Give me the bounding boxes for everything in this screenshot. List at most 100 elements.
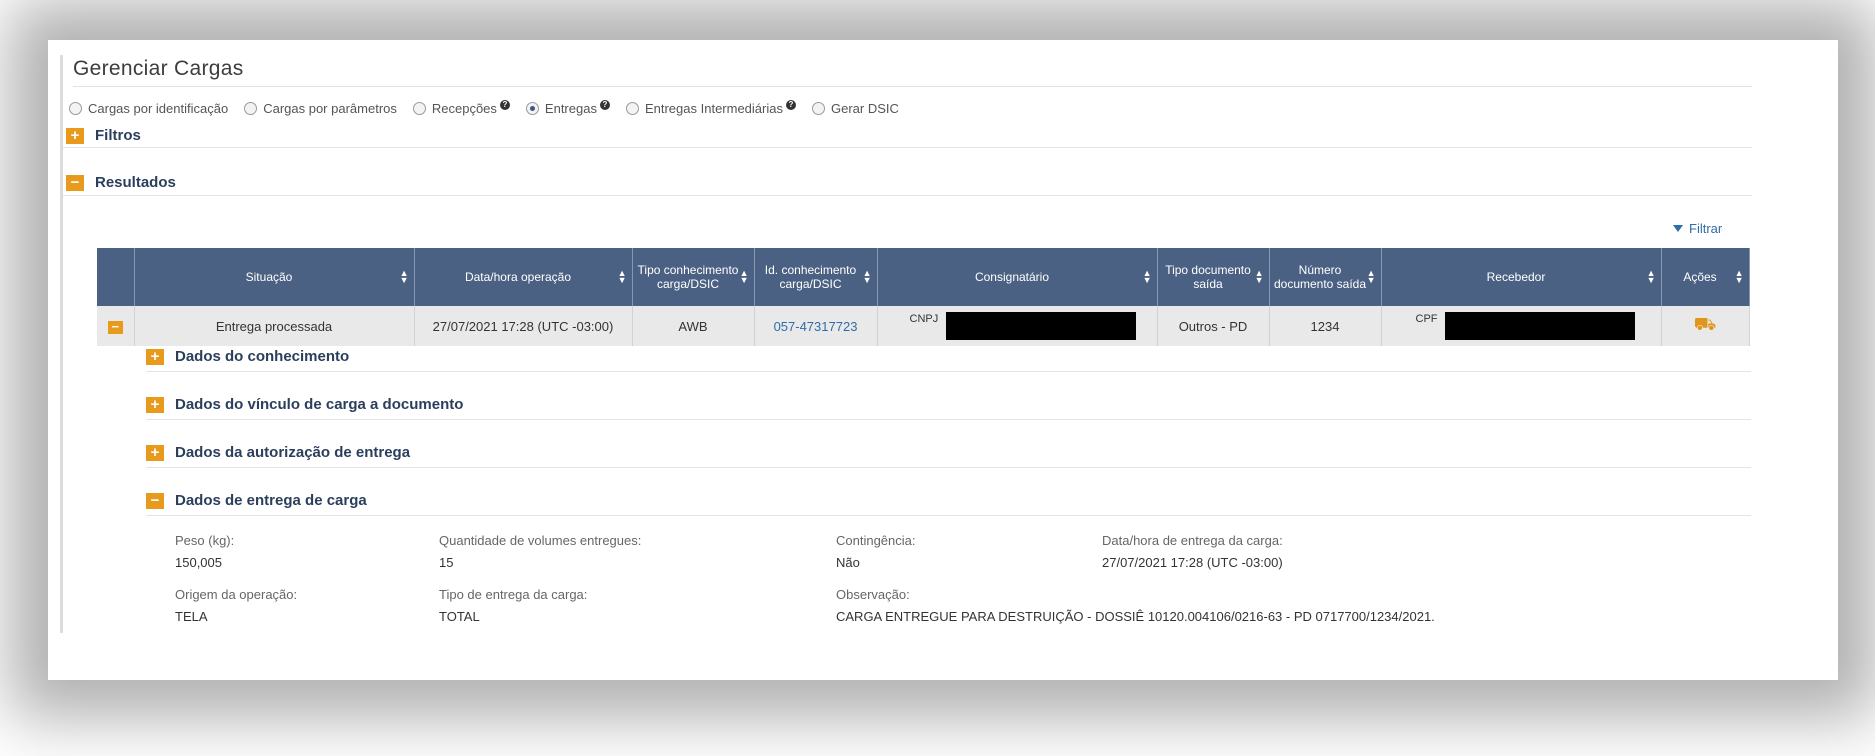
section-title: Filtros bbox=[95, 127, 141, 144]
cell-tipo-conhecimento: AWB bbox=[632, 306, 755, 346]
minus-icon[interactable]: − bbox=[146, 492, 164, 509]
field-value: 150,005 bbox=[175, 555, 222, 570]
sort-icon[interactable]: ▲ ▼ bbox=[1143, 269, 1152, 285]
sort-icon[interactable]: ▲ ▼ bbox=[1367, 269, 1376, 285]
dados-conhecimento-header[interactable]: + Dados do conhecimento bbox=[146, 348, 349, 365]
dados-entrega-header[interactable]: − Dados de entrega de carga bbox=[146, 492, 367, 509]
field-label: Quantidade de volumes entregues: bbox=[439, 533, 642, 548]
minus-icon[interactable]: − bbox=[107, 320, 123, 334]
observacao-field: Observação: CARGA ENTREGUE PARA DESTRUIÇ… bbox=[836, 587, 1435, 624]
sort-icon[interactable]: ▲ ▼ bbox=[1735, 269, 1744, 285]
header-label: Tipo documento saída bbox=[1165, 263, 1251, 291]
col-acoes[interactable]: Ações ▲ ▼ bbox=[1661, 248, 1750, 306]
radio-label: Recepções bbox=[431, 100, 497, 116]
sort-icon[interactable]: ▲ ▼ bbox=[1647, 269, 1656, 285]
id-conhecimento-link[interactable]: 057-47317723 bbox=[774, 319, 858, 334]
sort-icon[interactable]: ▲ ▼ bbox=[400, 269, 409, 285]
radio-label: Entregas bbox=[544, 100, 597, 116]
field-value: 27/07/2021 17:28 (UTC -03:00) bbox=[1102, 555, 1283, 570]
info-icon[interactable]: ? bbox=[499, 100, 510, 110]
radio-entregas[interactable]: Entregas ? bbox=[525, 100, 610, 116]
col-tipo-conhecimento[interactable]: Tipo conhecimento carga/DSIC ▲ ▼ bbox=[632, 248, 755, 306]
field-value: Não bbox=[836, 555, 860, 570]
radio-button[interactable] bbox=[625, 101, 639, 115]
row-collapse-cell[interactable]: − bbox=[97, 306, 135, 346]
radio-button[interactable] bbox=[244, 101, 258, 115]
sort-icon[interactable]: ▲ ▼ bbox=[618, 269, 627, 285]
table-header-row: Situação ▲ ▼ Data/hora operação ▲ ▼ Tipo con… bbox=[97, 248, 1750, 306]
recebedor-prefix: CPF bbox=[1415, 313, 1438, 325]
subsection-title: Dados do conhecimento bbox=[175, 348, 350, 365]
sort-icon[interactable]: ▲ ▼ bbox=[740, 269, 749, 285]
header-label: Recebedor bbox=[1486, 270, 1546, 284]
cell-situacao: Entrega processada bbox=[134, 306, 415, 346]
col-consignatario[interactable]: Consignatário ▲ ▼ bbox=[877, 248, 1158, 306]
quantidade-field: Quantidade de volumes entregues: 15 bbox=[439, 533, 641, 570]
radio-button-checked[interactable] bbox=[525, 101, 539, 115]
sort-icon[interactable]: ▲ ▼ bbox=[863, 269, 872, 285]
radio-button[interactable] bbox=[69, 101, 82, 115]
radio-label: Gerar DSIC bbox=[830, 100, 899, 116]
header-label: Data/hora operação bbox=[464, 270, 572, 284]
header-label: Tipo conhecimento carga/DSIC bbox=[637, 263, 739, 291]
field-label: Data/hora de entrega da carga: bbox=[1102, 533, 1283, 548]
divider bbox=[146, 515, 1751, 516]
filter-link[interactable]: Filtrar bbox=[1673, 221, 1722, 236]
radio-gerar-dsic[interactable]: Gerar DSIC bbox=[811, 100, 899, 116]
plus-icon[interactable]: + bbox=[66, 127, 84, 144]
divider bbox=[146, 419, 1751, 420]
divider bbox=[63, 195, 1752, 196]
cell-id-conhecimento[interactable]: 057-47317723 bbox=[754, 306, 878, 346]
radio-label: Cargas por parâmetros bbox=[263, 100, 397, 116]
radio-recepcoes[interactable]: Recepções ? bbox=[412, 100, 510, 116]
field-value: 15 bbox=[439, 555, 454, 570]
col-tipo-documento[interactable]: Tipo documento saída ▲ ▼ bbox=[1157, 248, 1270, 306]
radio-cargas-identificacao[interactable]: Cargas por identificação bbox=[69, 101, 228, 116]
dados-autorizacao-header[interactable]: + Dados da autorização de entrega bbox=[146, 444, 410, 461]
origem-field: Origem da operação: TELA bbox=[175, 587, 297, 624]
plus-icon[interactable]: + bbox=[146, 444, 164, 461]
cell-tipo-documento: Outros - PD bbox=[1157, 306, 1270, 346]
plus-icon[interactable]: + bbox=[146, 348, 164, 365]
funnel-icon bbox=[1673, 225, 1683, 232]
cell-data-hora: 27/07/2021 17:28 (UTC -03:00) bbox=[414, 306, 633, 346]
field-value: CARGA ENTREGUE PARA DESTRUIÇÃO - DOSSIÊ … bbox=[836, 609, 1435, 624]
minus-icon[interactable]: − bbox=[66, 174, 84, 191]
search-mode-radio-group: Cargas por identificação Cargas por parâ… bbox=[69, 98, 915, 118]
header-label: Situação bbox=[245, 270, 293, 284]
field-label: Origem da operação: bbox=[175, 587, 298, 602]
header-label: Id. conhecimento carga/DSIC bbox=[764, 263, 857, 291]
field-label: Tipo de entrega da carga: bbox=[439, 587, 588, 602]
resultados-section-header[interactable]: − Resultados bbox=[66, 174, 176, 191]
col-id-conhecimento[interactable]: Id. conhecimento carga/DSIC ▲ ▼ bbox=[754, 248, 878, 306]
table-row: − Entrega processada 27/07/2021 17:28 (U… bbox=[97, 306, 1750, 346]
radio-entregas-intermediarias[interactable]: Entregas Intermediárias ? bbox=[625, 100, 796, 116]
col-data-hora[interactable]: Data/hora operação ▲ ▼ bbox=[414, 248, 633, 306]
tipo-entrega-field: Tipo de entrega da carga: TOTAL bbox=[439, 587, 587, 624]
field-label: Contingência: bbox=[836, 533, 916, 548]
col-expand bbox=[97, 248, 135, 306]
sort-icon[interactable]: ▲ ▼ bbox=[1255, 269, 1264, 285]
info-icon[interactable]: ? bbox=[785, 100, 796, 110]
results-table: Situação ▲ ▼ Data/hora operação ▲ ▼ Tipo con… bbox=[97, 248, 1750, 346]
col-recebedor[interactable]: Recebedor ▲ ▼ bbox=[1381, 248, 1662, 306]
radio-button[interactable] bbox=[811, 101, 825, 115]
section-title: Resultados bbox=[95, 174, 176, 191]
filter-link-label: Filtrar bbox=[1689, 221, 1723, 236]
dados-vinculo-header[interactable]: + Dados do vínculo de carga a documento bbox=[146, 396, 463, 413]
radio-cargas-parametros[interactable]: Cargas por parâmetros bbox=[244, 101, 397, 116]
redacted-block bbox=[1445, 312, 1636, 340]
col-situacao[interactable]: Situação ▲ ▼ bbox=[134, 248, 415, 306]
filtros-section-header[interactable]: + Filtros bbox=[66, 127, 141, 144]
radio-button[interactable] bbox=[412, 101, 426, 115]
cell-acoes[interactable]: ⛟ bbox=[1661, 306, 1750, 346]
hand-truck-icon[interactable]: ⛟ bbox=[1694, 314, 1717, 338]
radio-label: Cargas por identificação bbox=[88, 100, 229, 116]
header-label: Ações bbox=[1683, 270, 1717, 284]
peso-field: Peso (kg): 150,005 bbox=[175, 533, 234, 570]
col-numero-documento[interactable]: Número documento saída ▲ ▼ bbox=[1269, 248, 1382, 306]
header-label: Consignatário bbox=[974, 270, 1050, 284]
info-icon[interactable]: ? bbox=[599, 100, 610, 110]
plus-icon[interactable]: + bbox=[146, 396, 164, 413]
subsection-title: Dados do vínculo de carga a documento bbox=[175, 396, 464, 413]
